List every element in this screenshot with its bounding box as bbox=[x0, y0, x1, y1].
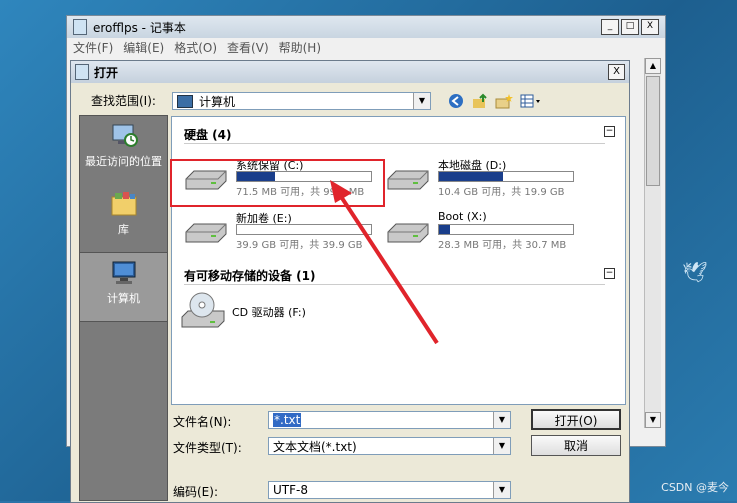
annotation-arrow bbox=[330, 180, 439, 345]
